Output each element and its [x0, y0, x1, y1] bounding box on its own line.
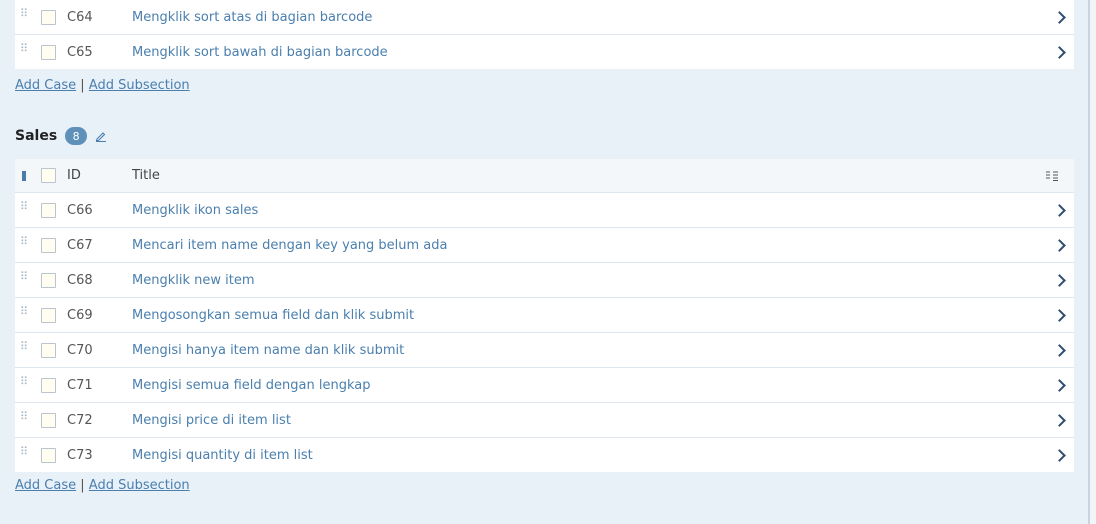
chevron-right-icon[interactable]: [1053, 413, 1066, 427]
case-id: C69: [67, 307, 93, 323]
link-separator: |: [80, 78, 85, 93]
column-header-id[interactable]: ID: [67, 168, 81, 183]
link-separator: |: [80, 478, 85, 493]
case-title-link[interactable]: Mengisi semua field dengan lengkap: [132, 378, 371, 393]
upper-case-table: ⠿ C64 Mengklik sort atas di bagian barco…: [15, 0, 1074, 69]
chevron-right-icon[interactable]: [1053, 45, 1066, 59]
table-row[interactable]: ⠿ C73 Mengisi quantity di item list: [15, 438, 1074, 472]
row-checkbox[interactable]: [41, 412, 56, 428]
case-id: C72: [67, 412, 93, 428]
table-row[interactable]: ⠿ C67 Mencari item name dengan key yang …: [15, 228, 1074, 263]
row-checkbox[interactable]: [41, 237, 56, 253]
case-title-link[interactable]: Mengisi price di item list: [132, 413, 291, 428]
chevron-right-icon[interactable]: [1053, 343, 1066, 357]
drag-handle-icon[interactable]: ⠿: [20, 236, 28, 252]
column-marker-icon: [22, 170, 26, 181]
row-checkbox[interactable]: [41, 44, 56, 60]
pencil-icon[interactable]: [95, 130, 107, 142]
drag-handle-icon[interactable]: ⠿: [20, 201, 28, 217]
add-subsection-link[interactable]: Add Subsection: [89, 78, 190, 93]
case-title-link[interactable]: Mengklik new item: [132, 273, 255, 288]
case-id: C64: [67, 9, 93, 25]
case-title-link[interactable]: Mengklik sort bawah di bagian barcode: [132, 45, 388, 60]
row-checkbox[interactable]: [41, 9, 56, 25]
case-id: C73: [67, 447, 93, 463]
select-all-checkbox[interactable]: [41, 168, 56, 183]
row-checkbox[interactable]: [41, 272, 56, 288]
row-checkbox[interactable]: [41, 202, 56, 218]
drag-handle-icon[interactable]: ⠿: [20, 8, 28, 24]
case-title-link[interactable]: Mengklik ikon sales: [132, 203, 258, 218]
section-header: Sales 8: [15, 127, 107, 145]
chevron-right-icon[interactable]: [1053, 273, 1066, 287]
table-row[interactable]: ⠿ C66 Mengklik ikon sales: [15, 193, 1074, 228]
columns-settings-icon[interactable]: [1046, 171, 1058, 181]
drag-handle-icon[interactable]: ⠿: [20, 446, 28, 462]
drag-handle-icon[interactable]: ⠿: [20, 306, 28, 322]
table-row[interactable]: ⠿ C72 Mengisi price di item list: [15, 403, 1074, 438]
row-checkbox[interactable]: [41, 377, 56, 393]
table-row[interactable]: ⠿ C70 Mengisi hanya item name dan klik s…: [15, 333, 1074, 368]
drag-handle-icon[interactable]: ⠿: [20, 271, 28, 287]
row-checkbox[interactable]: [41, 342, 56, 358]
scrollbar-track[interactable]: [1090, 0, 1096, 524]
case-id: C67: [67, 237, 93, 253]
add-case-link[interactable]: Add Case: [15, 478, 76, 493]
upper-section-actions: Add Case | Add Subsection: [15, 78, 190, 93]
sales-case-table: ID Title ⠿ C66 Mengklik ikon sales ⠿ C67…: [15, 159, 1074, 472]
sales-section-actions: Add Case | Add Subsection: [15, 478, 190, 493]
add-subsection-link[interactable]: Add Subsection: [89, 478, 190, 493]
drag-handle-icon[interactable]: ⠿: [20, 341, 28, 357]
case-id: C71: [67, 377, 93, 393]
table-row[interactable]: ⠿ C68 Mengklik new item: [15, 263, 1074, 298]
table-header-row: ID Title: [15, 159, 1074, 193]
case-title-link[interactable]: Mencari item name dengan key yang belum …: [132, 238, 448, 253]
chevron-right-icon[interactable]: [1053, 238, 1066, 252]
row-checkbox[interactable]: [41, 307, 56, 323]
add-case-link[interactable]: Add Case: [15, 78, 76, 93]
column-header-title[interactable]: Title: [132, 168, 160, 183]
table-row[interactable]: ⠿ C65 Mengklik sort bawah di bagian barc…: [15, 35, 1074, 69]
case-count-badge: 8: [65, 127, 88, 145]
case-id: C70: [67, 342, 93, 358]
case-id: C68: [67, 272, 93, 288]
table-row[interactable]: ⠿ C69 Mengosongkan semua field dan klik …: [15, 298, 1074, 333]
case-id: C65: [67, 44, 93, 60]
row-checkbox[interactable]: [41, 447, 56, 463]
case-title-link[interactable]: Mengklik sort atas di bagian barcode: [132, 10, 372, 25]
case-id: C66: [67, 202, 93, 218]
case-title-link[interactable]: Mengisi hanya item name dan klik submit: [132, 343, 404, 358]
chevron-right-icon[interactable]: [1053, 10, 1066, 24]
chevron-right-icon[interactable]: [1053, 203, 1066, 217]
chevron-right-icon[interactable]: [1053, 378, 1066, 392]
table-row[interactable]: ⠿ C71 Mengisi semua field dengan lengkap: [15, 368, 1074, 403]
section-title: Sales: [15, 128, 58, 144]
chevron-right-icon[interactable]: [1053, 448, 1066, 462]
case-title-link[interactable]: Mengisi quantity di item list: [132, 448, 313, 463]
table-row[interactable]: ⠿ C64 Mengklik sort atas di bagian barco…: [15, 0, 1074, 35]
drag-handle-icon[interactable]: ⠿: [20, 411, 28, 427]
chevron-right-icon[interactable]: [1053, 308, 1066, 322]
case-title-link[interactable]: Mengosongkan semua field dan klik submit: [132, 308, 414, 323]
drag-handle-icon[interactable]: ⠿: [20, 376, 28, 392]
drag-handle-icon[interactable]: ⠿: [20, 43, 28, 59]
